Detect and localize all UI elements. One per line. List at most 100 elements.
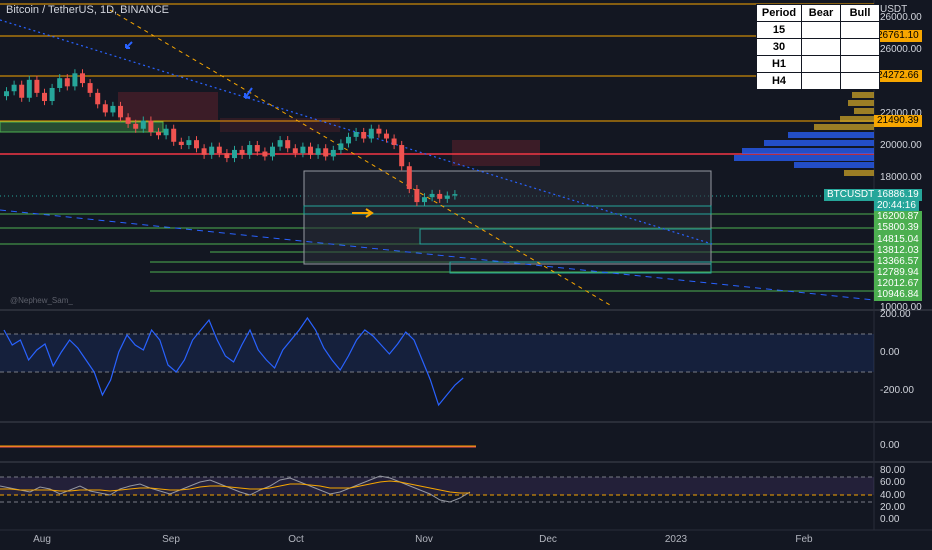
fvg-zone <box>118 92 218 120</box>
arrow-icon <box>125 41 133 49</box>
volume-profile-bar <box>742 148 874 154</box>
candle-body <box>277 140 283 147</box>
candle-body <box>330 149 336 157</box>
candle-body <box>4 91 9 97</box>
bull-cell <box>840 55 880 73</box>
bull-cell <box>840 38 880 56</box>
period-cell: 15 <box>756 21 802 39</box>
candle-body <box>285 140 291 149</box>
price-tag: 24272.66 <box>874 70 922 82</box>
candle-body <box>247 145 253 155</box>
price-tick: 26000.00 <box>880 12 922 23</box>
volume-profile-bar <box>814 124 874 130</box>
osc3-tick: 40.00 <box>880 490 906 501</box>
candle-body <box>414 189 420 203</box>
candle-body <box>429 193 435 198</box>
fvg-zone <box>220 118 340 132</box>
candle-body <box>148 120 154 132</box>
candle-body <box>26 79 32 98</box>
candle-body <box>262 151 268 157</box>
candle-body <box>178 141 184 146</box>
price-tag: 26761.10 <box>874 30 922 42</box>
volume-profile-bar <box>734 155 874 161</box>
candle-body <box>19 84 25 98</box>
candle-body <box>224 153 230 159</box>
candle-body <box>452 194 458 196</box>
candle-body <box>171 128 177 142</box>
candle-body <box>376 128 382 134</box>
candle-body <box>437 193 443 199</box>
candle-body <box>64 78 70 87</box>
price-tick: 18000.00 <box>880 172 922 183</box>
volume-profile-bar <box>764 140 874 146</box>
time-tick: Nov <box>415 534 433 545</box>
time-tick: Feb <box>795 534 813 545</box>
candle-body <box>239 149 245 155</box>
candle-body <box>201 148 207 155</box>
candle-body <box>72 73 78 87</box>
candle-body <box>300 146 306 154</box>
candle-body <box>323 148 329 157</box>
candle-body <box>118 105 123 118</box>
price-tag: 21490.39 <box>874 115 922 127</box>
candle-body <box>232 149 237 159</box>
period-header: Period <box>756 4 802 22</box>
candle-body <box>11 84 17 92</box>
period-cell: H4 <box>756 72 802 90</box>
candle-body <box>49 87 55 102</box>
time-tick: Aug <box>33 534 51 545</box>
candle-body <box>87 83 93 93</box>
candle-body <box>270 146 275 157</box>
volume-profile-bar <box>854 108 874 114</box>
osc1-tick: -200.00 <box>880 385 914 396</box>
candle-body <box>315 148 321 155</box>
volume-profile-bar <box>852 92 874 98</box>
fvg-zone <box>452 140 540 166</box>
bear-cell <box>801 21 841 39</box>
demand-zone <box>0 121 164 133</box>
osc1-tick: 200.00 <box>880 309 911 320</box>
range-box <box>303 170 712 265</box>
candle-body <box>254 145 260 152</box>
volume-profile-bar <box>844 170 874 176</box>
candle-body <box>194 140 199 149</box>
candle-body <box>399 145 405 167</box>
osc3-tick: 0.00 <box>880 514 900 525</box>
price-tag: 10946.84 <box>874 289 922 301</box>
volume-profile-bar <box>848 100 874 106</box>
candle-body <box>308 146 313 155</box>
bull-cell <box>840 21 880 39</box>
bear-cell <box>801 72 841 90</box>
bear-header: Bear <box>801 4 841 22</box>
candle-body <box>186 140 192 146</box>
candle-body <box>361 131 367 139</box>
bull-header: Bull <box>840 4 880 22</box>
osc1-tick: 0.00 <box>880 347 900 358</box>
candle-body <box>406 166 412 190</box>
bull-cell <box>840 72 880 90</box>
candle-body <box>338 143 344 150</box>
candle-body <box>80 73 85 84</box>
candle-body <box>353 131 359 137</box>
period-cell: 30 <box>756 38 802 56</box>
osc3-tick: 20.00 <box>880 502 906 513</box>
time-tick: 2023 <box>664 534 688 545</box>
candle-body <box>368 128 374 139</box>
candle-body <box>346 136 351 144</box>
osc2-tick: 0.00 <box>880 440 900 451</box>
candle-body <box>391 138 397 146</box>
time-tick: Sep <box>162 534 180 545</box>
osc3-tick: 60.00 <box>880 477 906 488</box>
candle-body <box>444 195 450 199</box>
candle-body <box>140 120 146 129</box>
candle-body <box>163 128 169 136</box>
candle-body <box>156 131 161 136</box>
symbol-tag: BTCUSDT <box>824 189 878 201</box>
chart-title: Bitcoin / TetherUS, 1D, BINANCE <box>6 4 170 16</box>
candle-body <box>209 146 215 155</box>
time-tick: Oct <box>288 534 304 545</box>
candle-body <box>125 117 131 124</box>
candle-body <box>110 105 116 113</box>
osc3-tick: 80.00 <box>880 465 906 476</box>
period-table: Period Bear Bull 15 30 H1 H4 <box>756 4 880 90</box>
